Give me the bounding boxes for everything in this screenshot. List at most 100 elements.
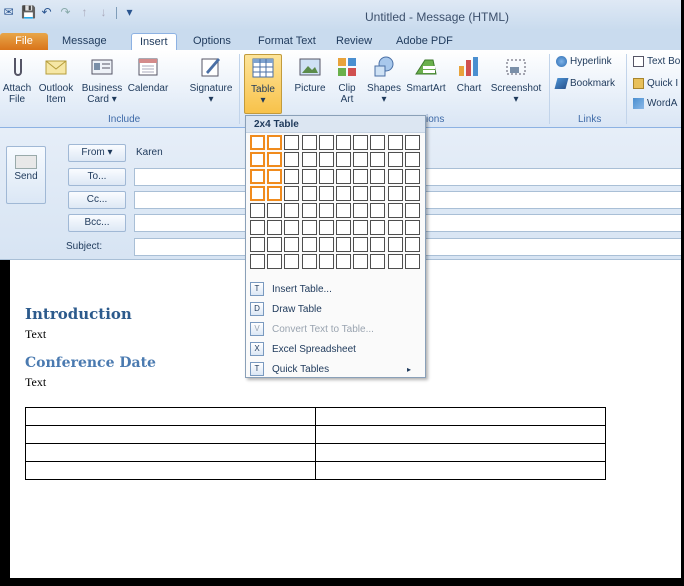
table-grid-cell[interactable] xyxy=(353,220,369,235)
table-grid-cell[interactable] xyxy=(301,169,317,184)
table-cell[interactable] xyxy=(25,407,316,426)
table-grid-cell[interactable] xyxy=(387,135,403,150)
table-grid-cell[interactable] xyxy=(370,220,386,235)
document-table[interactable] xyxy=(25,407,606,480)
table-grid-cell[interactable] xyxy=(404,186,420,201)
table-grid-cell[interactable] xyxy=(336,220,351,235)
table-grid-cell[interactable] xyxy=(370,186,386,201)
hyperlink-button[interactable]: Hyperlink xyxy=(556,56,612,67)
table-grid-cell[interactable] xyxy=(267,169,283,184)
table-grid-cell[interactable] xyxy=(267,135,283,150)
table-grid-cell[interactable] xyxy=(318,152,334,167)
heading-conference-date[interactable]: Conference Date xyxy=(25,355,156,371)
clip-art-button[interactable]: Clip Art xyxy=(332,54,362,105)
table-grid-cell[interactable] xyxy=(336,135,351,150)
table-grid-cell[interactable] xyxy=(301,152,317,167)
table-grid-cell[interactable] xyxy=(301,135,317,150)
calendar-button[interactable]: Calendar xyxy=(126,54,170,94)
tab-review[interactable]: Review xyxy=(336,33,372,50)
table-grid-cell[interactable] xyxy=(284,203,300,218)
table-grid-cell[interactable] xyxy=(267,220,283,235)
table-grid-cell[interactable] xyxy=(301,254,317,269)
table-grid-cell[interactable] xyxy=(267,254,283,269)
table-grid-cell[interactable] xyxy=(250,203,265,218)
table-cell[interactable] xyxy=(315,443,606,462)
table-grid-cell[interactable] xyxy=(336,152,351,167)
table-grid-cell[interactable] xyxy=(404,135,420,150)
from-button[interactable]: From ▾ xyxy=(68,144,126,162)
table-grid-cell[interactable] xyxy=(250,220,265,235)
tab-file[interactable]: File xyxy=(0,33,48,50)
table-grid-cell[interactable] xyxy=(336,169,351,184)
chart-button[interactable]: Chart xyxy=(452,54,486,94)
table-grid-cell[interactable] xyxy=(336,254,351,269)
table-grid-cell[interactable] xyxy=(301,220,317,235)
table-grid-cell[interactable] xyxy=(284,186,300,201)
table-grid-cell[interactable] xyxy=(370,135,386,150)
picture-button[interactable]: Picture xyxy=(290,54,330,94)
smartart-button[interactable]: SmartArt xyxy=(404,54,448,94)
table-grid-cell[interactable] xyxy=(284,220,300,235)
customize-icon[interactable]: ▾ xyxy=(123,6,136,19)
table-grid-cell[interactable] xyxy=(387,169,403,184)
table-grid-cell[interactable] xyxy=(336,237,351,252)
body-text-1[interactable]: Text xyxy=(25,327,46,342)
table-grid-cell[interactable] xyxy=(353,254,369,269)
quick-parts-button[interactable]: Quick I xyxy=(633,78,678,89)
table-grid-cell[interactable] xyxy=(318,186,334,201)
save-icon[interactable]: 💾 xyxy=(21,6,36,19)
table-grid-cell[interactable] xyxy=(370,237,386,252)
bookmark-button[interactable]: Bookmark xyxy=(554,78,615,89)
table-grid-cell[interactable] xyxy=(353,169,369,184)
down-icon[interactable]: ↓ xyxy=(97,6,110,19)
body-text-2[interactable]: Text xyxy=(25,375,46,390)
table-grid-cell[interactable] xyxy=(267,186,283,201)
draw-table-item[interactable]: D Draw Table xyxy=(246,299,425,319)
table-grid-cell[interactable] xyxy=(353,203,369,218)
table-cell[interactable] xyxy=(25,425,316,444)
text-box-button[interactable]: Text Bo xyxy=(633,56,680,67)
up-icon[interactable]: ↑ xyxy=(78,6,91,19)
table-grid-cell[interactable] xyxy=(301,237,317,252)
wordart-button[interactable]: WordA xyxy=(633,98,677,109)
table-grid-cell[interactable] xyxy=(353,237,369,252)
business-card-button[interactable]: Business Card ▾ xyxy=(80,54,124,105)
table-grid-cell[interactable] xyxy=(404,169,420,184)
table-grid-cell[interactable] xyxy=(353,152,369,167)
table-grid-cell[interactable] xyxy=(387,186,403,201)
table-cell[interactable] xyxy=(315,407,606,426)
table-grid-cell[interactable] xyxy=(370,203,386,218)
send-button[interactable]: Send xyxy=(6,146,46,204)
table-grid-cell[interactable] xyxy=(284,237,300,252)
tab-options[interactable]: Options xyxy=(193,33,231,50)
tab-insert[interactable]: Insert xyxy=(131,33,177,50)
table-grid-cell[interactable] xyxy=(387,203,403,218)
table-grid-cell[interactable] xyxy=(318,254,334,269)
tab-adobe-pdf[interactable]: Adobe PDF xyxy=(396,33,453,50)
table-cell[interactable] xyxy=(315,425,606,444)
cc-button[interactable]: Cc... xyxy=(68,191,126,209)
table-grid-cell[interactable] xyxy=(336,186,351,201)
signature-button[interactable]: Signature ▾ xyxy=(188,54,234,105)
table-grid-cell[interactable] xyxy=(404,220,420,235)
table-cell[interactable] xyxy=(25,443,316,462)
table-grid-cell[interactable] xyxy=(267,237,283,252)
table-grid-cell[interactable] xyxy=(404,152,420,167)
excel-spreadsheet-item[interactable]: X Excel Spreadsheet xyxy=(246,339,425,359)
table-grid-cell[interactable] xyxy=(301,203,317,218)
table-grid-cell[interactable] xyxy=(318,220,334,235)
table-grid-cell[interactable] xyxy=(250,152,265,167)
table-grid-cell[interactable] xyxy=(370,169,386,184)
table-grid-cell[interactable] xyxy=(250,254,265,269)
table-grid-cell[interactable] xyxy=(370,152,386,167)
table-grid-cell[interactable] xyxy=(370,254,386,269)
table-grid-cell[interactable] xyxy=(387,220,403,235)
attach-file-button[interactable]: Attach File xyxy=(2,54,32,105)
table-grid-cell[interactable] xyxy=(284,152,300,167)
table-grid-cell[interactable] xyxy=(267,203,283,218)
table-grid-cell[interactable] xyxy=(250,135,265,150)
redo-icon[interactable]: ↷ xyxy=(59,6,72,19)
tab-format-text[interactable]: Format Text xyxy=(258,33,316,50)
app-icon[interactable]: ✉ xyxy=(2,6,15,19)
to-button[interactable]: To... xyxy=(68,168,126,186)
